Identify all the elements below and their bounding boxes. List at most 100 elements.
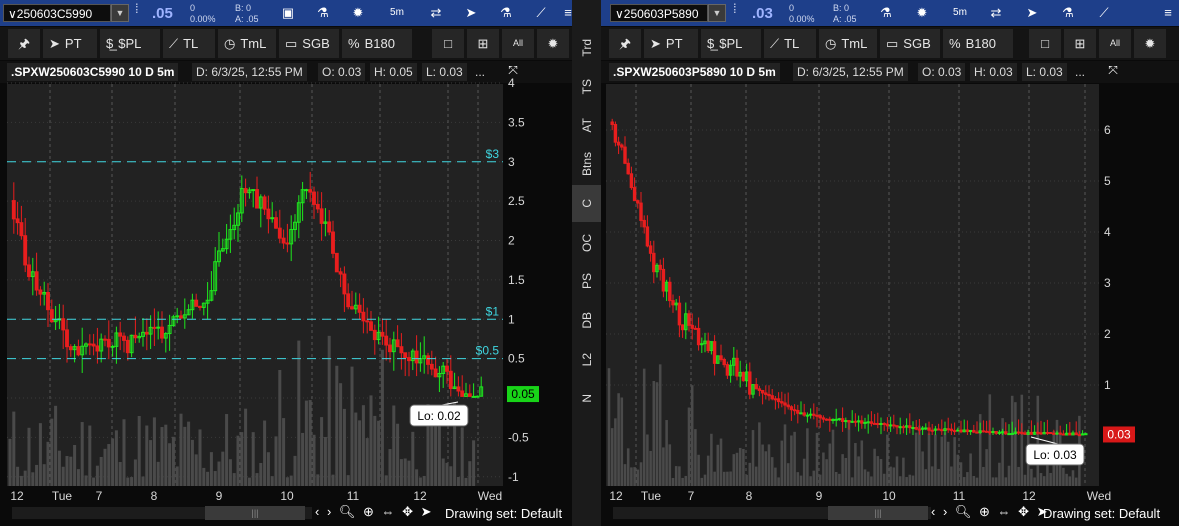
- y-tick-label: 1: [508, 312, 515, 326]
- side-tab-ps[interactable]: PS: [572, 263, 601, 300]
- candle-body: [767, 393, 771, 397]
- x-tick-label: 12: [1022, 489, 1036, 503]
- candle-body: [277, 227, 282, 239]
- volume-bar: [350, 366, 354, 486]
- volume-bar: [655, 382, 659, 486]
- volume-bar: [8, 438, 12, 486]
- volume-bar: [668, 444, 672, 486]
- candle-body: [1048, 432, 1053, 435]
- volume-bar: [991, 477, 995, 486]
- volume-bar: [320, 417, 324, 486]
- volume-bar: [946, 441, 950, 486]
- candle-body: [133, 334, 138, 339]
- volume-bar: [1020, 394, 1024, 486]
- side-tab-at[interactable]: AT: [572, 107, 601, 144]
- candle-body: [754, 384, 758, 390]
- candle-body: [1007, 433, 1011, 436]
- chart-scroll-thumb[interactable]: |||: [205, 506, 305, 520]
- candle-body: [991, 431, 995, 434]
- candle-body: [677, 302, 682, 326]
- candle-body: [796, 409, 800, 414]
- candle-body: [805, 414, 810, 417]
- volume-bar: [225, 414, 229, 486]
- candle-body: [1010, 432, 1014, 435]
- candle-body: [156, 326, 161, 329]
- side-tab-c[interactable]: C: [572, 185, 601, 222]
- candle-body: [1045, 431, 1050, 434]
- side-tab-n[interactable]: N: [572, 380, 601, 417]
- volume-bar: [786, 463, 790, 486]
- chart-nav-controls[interactable]: ‹ › 🔍︎ ⊕ ⇔ ✥ ➤: [315, 504, 434, 520]
- volume-bar: [266, 452, 270, 486]
- volume-bar: [658, 364, 662, 486]
- volume-bar: [415, 469, 419, 486]
- volume-bar: [761, 444, 764, 486]
- candle-body: [1084, 433, 1088, 436]
- volume-bar: [841, 454, 844, 486]
- candle-body: [1020, 431, 1024, 434]
- volume-bar: [46, 441, 50, 486]
- x-tick-label: 12: [10, 489, 24, 503]
- candle-body: [741, 371, 746, 382]
- volume-bar: [304, 400, 308, 486]
- volume-bar: [844, 457, 848, 486]
- volume-bar: [57, 450, 61, 486]
- candle-body: [802, 412, 806, 416]
- volume-bar: [770, 457, 774, 486]
- lo-label: Lo: 0.02: [417, 409, 461, 423]
- side-tab-trd[interactable]: Trd: [572, 29, 601, 66]
- candle-body: [308, 189, 313, 193]
- volume-bar: [914, 432, 918, 486]
- volume-bar: [719, 438, 723, 486]
- candle-body: [696, 327, 701, 346]
- side-tab-btns[interactable]: Btns: [572, 146, 601, 183]
- price-chart-left[interactable]: 43.532.521.510.50-0.5-112Tue789101112Wed…: [0, 0, 572, 526]
- candle-body: [346, 293, 351, 308]
- chart-nav-controls[interactable]: ‹ › 🔍︎ ⊕ ⇔ ✥ ➤: [931, 504, 1050, 520]
- volume-bar: [783, 424, 787, 486]
- candle-body: [152, 326, 157, 329]
- volume-bar: [141, 476, 145, 486]
- volume-bar: [133, 459, 137, 486]
- side-tab-l2[interactable]: L2: [572, 341, 601, 378]
- volume-bar: [312, 434, 316, 486]
- volume-bar: [35, 464, 39, 486]
- volume-bar: [674, 466, 678, 486]
- candle-body: [369, 321, 373, 331]
- price-chart-right[interactable]: 6 5 4 3 2 1 12 Tue 7 8 9 10 11 12 Wed 0.03 Lo: 0.03: [601, 0, 1179, 526]
- y-tick-label: 4: [1104, 225, 1111, 239]
- side-tab-db[interactable]: DB: [572, 302, 601, 339]
- volume-bar: [118, 462, 122, 486]
- candle-body: [34, 271, 39, 291]
- candle-body: [274, 217, 278, 229]
- volume-bar: [73, 445, 77, 486]
- drawing-set-label[interactable]: Drawing set: Default: [1043, 506, 1160, 521]
- volume-bar: [886, 434, 889, 486]
- candle-body: [818, 415, 822, 419]
- volume-bar: [902, 457, 905, 486]
- candle-body: [956, 429, 960, 432]
- volume-bar: [988, 394, 992, 486]
- volume-bar: [308, 400, 312, 486]
- candle-body: [908, 425, 912, 429]
- side-tab-ts[interactable]: TS: [572, 68, 601, 105]
- chart-scroll-thumb[interactable]: |||: [828, 506, 928, 520]
- volume-bar: [639, 462, 643, 486]
- candle-body: [471, 395, 476, 398]
- volume-bar: [247, 477, 251, 486]
- volume-bar: [377, 420, 381, 486]
- volume-bar: [1004, 477, 1008, 486]
- volume-bar: [626, 448, 630, 486]
- candle-body: [917, 428, 922, 431]
- volume-bar: [729, 471, 732, 486]
- side-tab-oc[interactable]: OC: [572, 224, 601, 261]
- candle-body: [87, 343, 92, 346]
- volume-bar: [684, 475, 688, 486]
- drawing-set-label[interactable]: Drawing set: Default: [445, 506, 562, 521]
- volume-bar: [754, 466, 758, 486]
- candle-body: [735, 357, 739, 377]
- volume-bar: [289, 475, 293, 486]
- candle-body: [334, 252, 339, 273]
- volume-bar: [1036, 395, 1040, 486]
- volume-bar: [95, 465, 99, 486]
